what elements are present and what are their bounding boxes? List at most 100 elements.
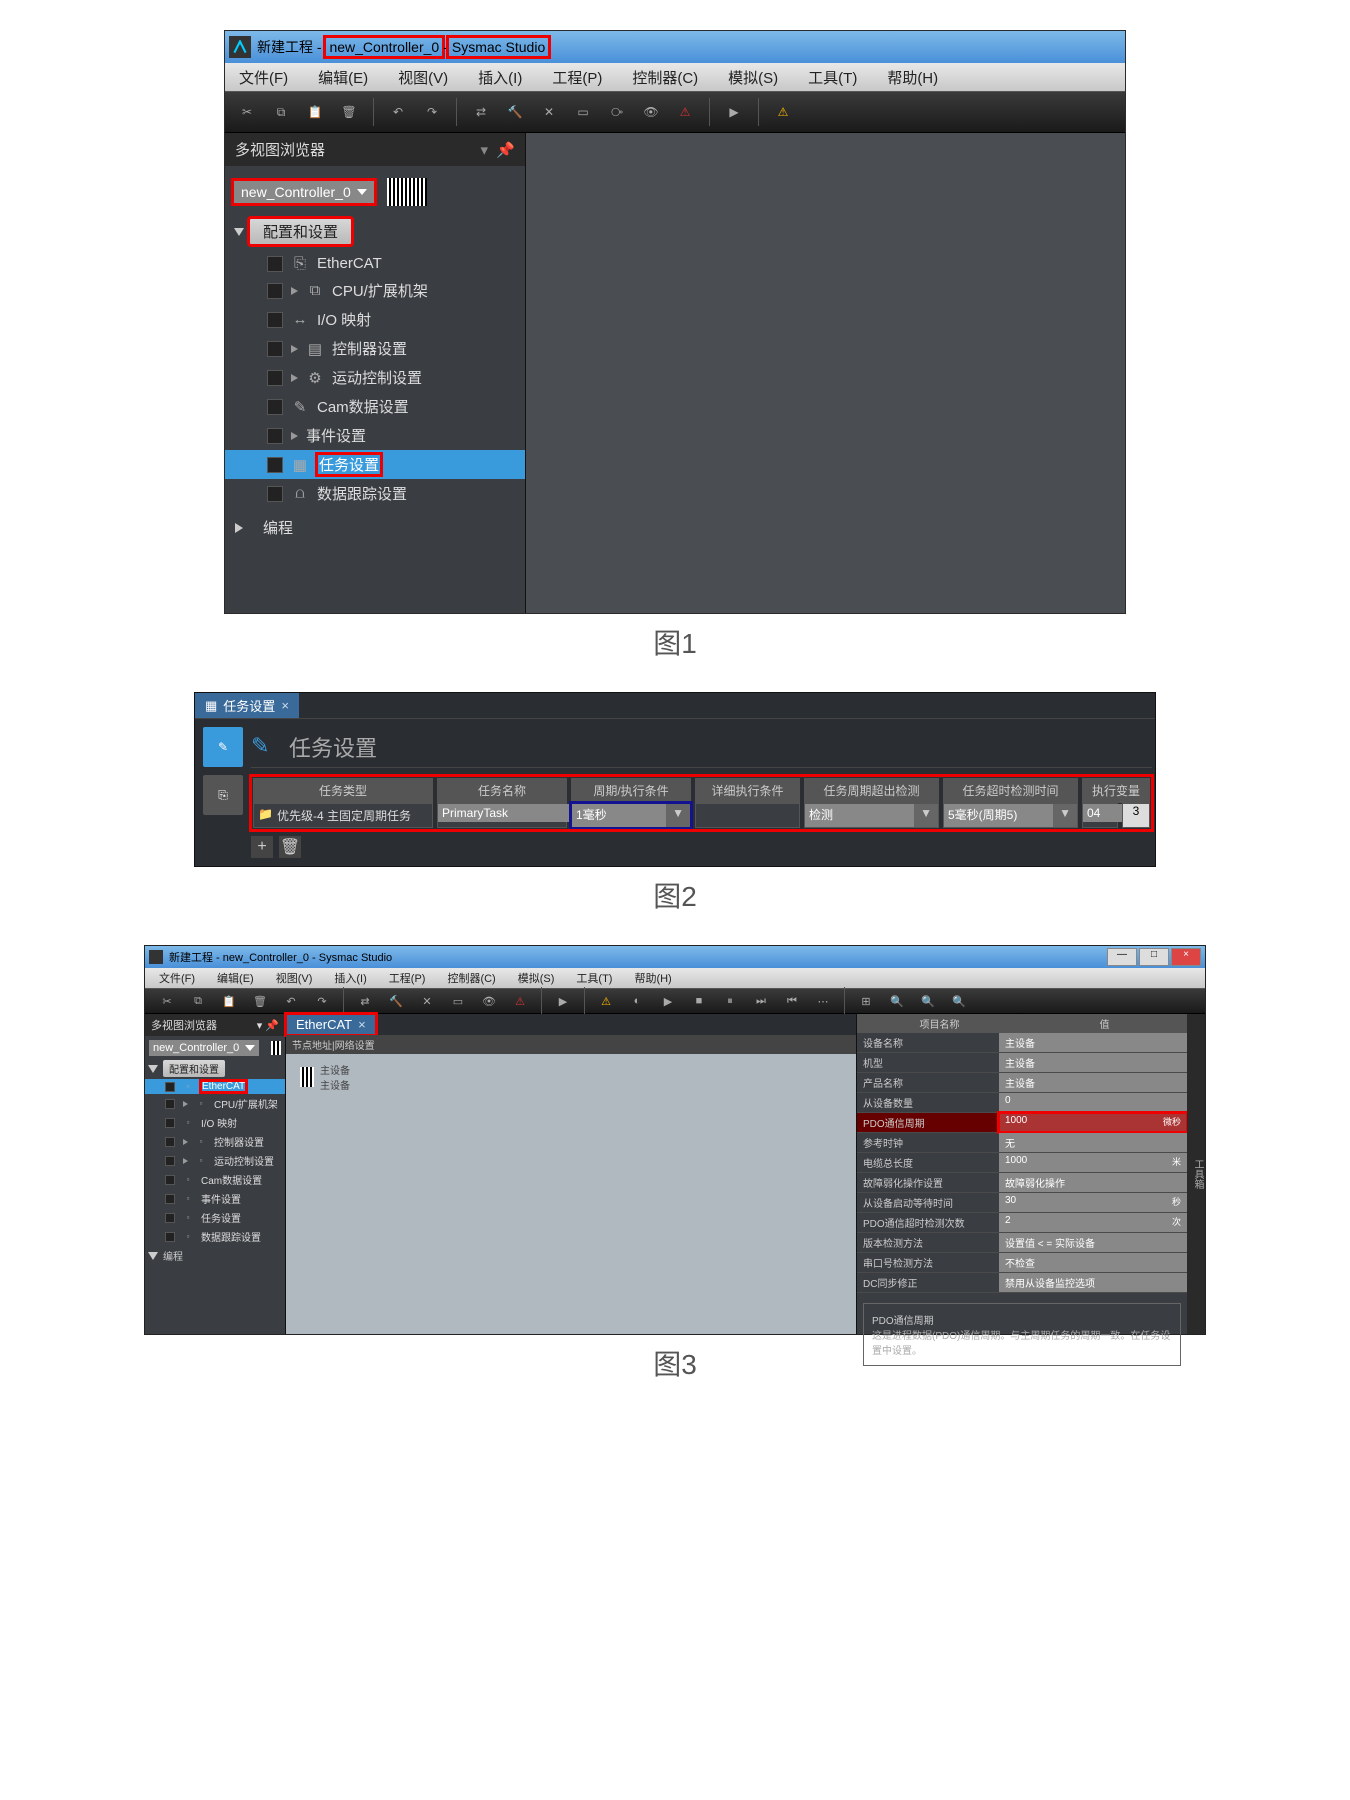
add-button[interactable]: + <box>251 836 273 858</box>
tree-item[interactable]: ⧉CPU/扩展机架 <box>225 276 525 305</box>
menu-edit[interactable]: 编辑(E) <box>211 968 260 988</box>
menu-file[interactable]: 文件(F) <box>233 65 294 90</box>
tab-ethercat[interactable]: EtherCAT× <box>286 1014 376 1035</box>
copy-icon[interactable]: ⧉ <box>267 98 295 126</box>
tool-icon[interactable]: ⚠ <box>506 987 534 1015</box>
tree-item[interactable]: ↔I/O 映射 <box>225 305 525 334</box>
warning-icon[interactable]: ⚠ <box>769 98 797 126</box>
tool-icon[interactable]: 📋 <box>215 987 243 1015</box>
dropdown-icon[interactable]: ▼ <box>666 804 690 827</box>
paste-icon[interactable]: 📋 <box>301 98 329 126</box>
tree-item[interactable]: ▦任务设置 <box>225 450 525 479</box>
tool-icon[interactable]: ▶ <box>549 987 577 1015</box>
toolbox-tab[interactable]: 工具箱 <box>1187 1014 1205 1334</box>
tree-item[interactable]: ⎘EtherCAT <box>225 251 525 276</box>
tool-icon[interactable]: ⚠ <box>592 987 620 1015</box>
prop-value[interactable]: 不检查 <box>999 1253 1187 1272</box>
tree-item[interactable]: ▫Cam数据设置 <box>145 1170 285 1189</box>
tool-icon[interactable]: ⏭ <box>747 987 775 1015</box>
prop-value[interactable]: 2次 <box>999 1213 1187 1232</box>
prop-value[interactable]: 1000微秒 <box>999 1113 1187 1132</box>
period-dropdown[interactable]: 1毫秒 <box>572 804 666 827</box>
tool-icon[interactable]: ⊞ <box>852 987 880 1015</box>
prop-value[interactable]: 主设备 <box>999 1053 1187 1072</box>
menu-simulate[interactable]: 模拟(S) <box>722 65 784 90</box>
close-icon[interactable]: × <box>281 698 289 713</box>
controller-selector[interactable]: new_Controller_0 <box>233 178 517 206</box>
controller-selector[interactable]: new_Controller_0 <box>149 1040 259 1056</box>
tree-item[interactable]: 事件设置 <box>225 421 525 450</box>
tree-item[interactable]: ✎Cam数据设置 <box>225 392 525 421</box>
tool-icon[interactable]: ⏮ <box>778 987 806 1015</box>
prop-value[interactable]: 禁用从设备监控选项 <box>999 1273 1187 1292</box>
tree-item[interactable]: ▫任务设置 <box>145 1208 285 1227</box>
menu-help[interactable]: 帮助(H) <box>881 65 944 90</box>
prop-value[interactable]: 设置值 < = 实际设备 <box>999 1233 1187 1252</box>
prop-value[interactable]: 1000米 <box>999 1153 1187 1172</box>
menu-help[interactable]: 帮助(H) <box>628 968 677 988</box>
tool-icon[interactable]: ⧂ <box>603 98 631 126</box>
tree-item[interactable]: ⚙运动控制设置 <box>225 363 525 392</box>
dropdown-icon[interactable]: ▼ <box>1053 804 1077 827</box>
build-icon[interactable]: 🔨 <box>501 98 529 126</box>
menu-project[interactable]: 工程(P) <box>383 968 432 988</box>
maximize-button[interactable]: □ <box>1139 948 1169 966</box>
tool-icon[interactable]: ↶ <box>277 987 305 1015</box>
tool-icon[interactable]: ✕ <box>535 98 563 126</box>
pin-icons[interactable]: ▾ 📌 <box>480 141 515 159</box>
tool-icon[interactable]: ↷ <box>308 987 336 1015</box>
tool-icon[interactable]: ✕ <box>413 987 441 1015</box>
task-name-input[interactable] <box>438 804 574 822</box>
cut-icon[interactable]: ✂ <box>233 98 261 126</box>
prop-value[interactable]: 无 <box>999 1133 1187 1152</box>
tool-icon[interactable]: ▶ <box>720 98 748 126</box>
tool-icon[interactable]: ▭ <box>444 987 472 1015</box>
close-button[interactable]: × <box>1171 948 1201 966</box>
tree-category-config[interactable]: 配置和设置 <box>235 218 515 245</box>
tool-icon[interactable]: ✂ <box>153 987 181 1015</box>
prop-value[interactable]: 主设备 <box>999 1033 1187 1052</box>
menu-tools[interactable]: 工具(T) <box>570 968 618 988</box>
zoom-icon[interactable]: 🔍 <box>945 987 973 1015</box>
tab-task-settings[interactable]: ▦任务设置 × <box>195 693 299 718</box>
undo-icon[interactable]: ↶ <box>384 98 412 126</box>
minimize-button[interactable]: — <box>1107 948 1137 966</box>
tree-item[interactable]: ▫控制器设置 <box>145 1132 285 1151</box>
prop-value[interactable]: 故障弱化操作 <box>999 1173 1187 1192</box>
prop-value[interactable]: 主设备 <box>999 1073 1187 1092</box>
tree-item[interactable]: ▫I/O 映射 <box>145 1113 285 1132</box>
alert-icon[interactable]: ⚠ <box>671 98 699 126</box>
tree-item[interactable]: ▫运动控制设置 <box>145 1151 285 1170</box>
tree-item[interactable]: ▫事件设置 <box>145 1189 285 1208</box>
tool-icon[interactable]: ⏸ <box>716 987 744 1015</box>
overrun-dropdown[interactable]: 检测 <box>805 804 914 827</box>
tool-icon[interactable]: ⧉ <box>184 987 212 1015</box>
tool-icon[interactable]: ⇄ <box>351 987 379 1015</box>
prop-value[interactable]: 0 <box>999 1093 1187 1112</box>
menu-insert[interactable]: 插入(I) <box>328 968 372 988</box>
edit-button[interactable]: ✎ <box>203 727 243 767</box>
zoom-icon[interactable]: 🔍 <box>914 987 942 1015</box>
menu-tools[interactable]: 工具(T) <box>802 65 863 90</box>
tool-icon[interactable]: ⋯ <box>809 987 837 1015</box>
tool-icon[interactable]: ◐ <box>623 987 651 1015</box>
tool-icon[interactable]: ▶ <box>654 987 682 1015</box>
menu-controller[interactable]: 控制器(C) <box>441 968 501 988</box>
dropdown-icon[interactable]: ▼ <box>914 804 938 827</box>
tree-item[interactable]: ▫数据跟踪设置 <box>145 1227 285 1246</box>
var1-input[interactable] <box>1083 804 1125 822</box>
prop-value[interactable]: 30秒 <box>999 1193 1187 1212</box>
binoculars-icon[interactable]: 👁 <box>637 98 665 126</box>
tree-category-programming[interactable]: 编程 <box>235 514 515 541</box>
tool-icon[interactable]: ▭ <box>569 98 597 126</box>
master-device[interactable]: 主设备主设备 <box>290 1058 852 1096</box>
timeout-dropdown[interactable]: 5毫秒(周期5) <box>944 804 1053 827</box>
tree-item[interactable]: ▫EtherCAT <box>145 1079 285 1094</box>
delete-icon[interactable]: 🗑 <box>335 98 363 126</box>
menu-simulate[interactable]: 模拟(S) <box>512 968 561 988</box>
tree-item[interactable]: ▤控制器设置 <box>225 334 525 363</box>
tool-icon[interactable]: 🗑 <box>246 987 274 1015</box>
tool-icon[interactable]: 🔨 <box>382 987 410 1015</box>
tree-item[interactable]: ⩍数据跟踪设置 <box>225 479 525 508</box>
delete-button[interactable]: 🗑 <box>279 836 301 858</box>
